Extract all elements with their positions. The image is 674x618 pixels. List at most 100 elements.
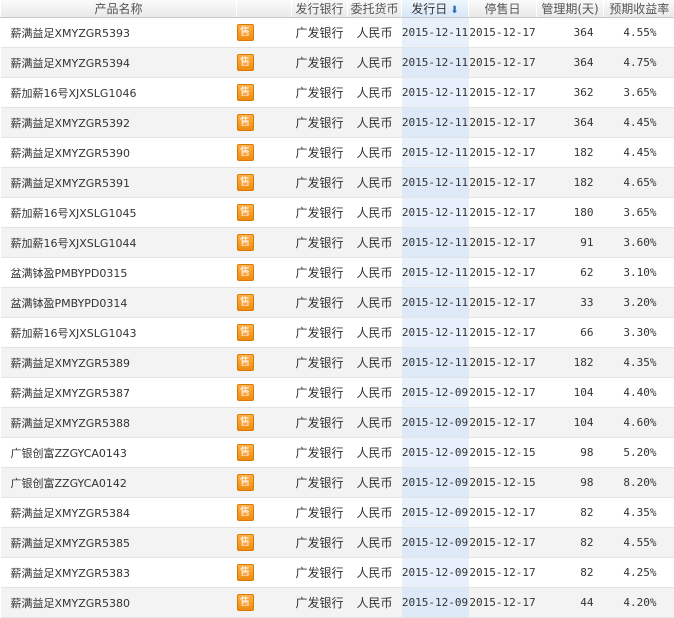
header-yield[interactable]: 预期收益率: [604, 0, 674, 18]
product-name-link[interactable]: 薪加薪16号XJXSLG1045: [1, 198, 237, 228]
product-name-link[interactable]: 广银创富ZZGYCA0143: [1, 438, 237, 468]
product-name-link[interactable]: 薪满益足XMYZGR5390: [1, 138, 237, 168]
sale-badge-icon[interactable]: 售: [237, 444, 254, 461]
sale-badge-cell: 售: [237, 168, 292, 198]
table-row[interactable]: 薪满益足XMYZGR5384售广发银行人民币2015-12-092015-12-…: [1, 498, 674, 528]
bank-cell: 广发银行: [292, 348, 348, 378]
product-name-link[interactable]: 薪加薪16号XJXSLG1044: [1, 228, 237, 258]
sale-badge-icon[interactable]: 售: [237, 564, 254, 581]
sale-badge-icon[interactable]: 售: [237, 504, 254, 521]
product-name-link[interactable]: 薪满益足XMYZGR5388: [1, 408, 237, 438]
stop-date-cell: 2015-12-15: [469, 438, 537, 468]
yield-cell: 3.30%: [604, 318, 674, 348]
sale-badge-icon[interactable]: 售: [237, 174, 254, 191]
sale-badge-cell: 售: [237, 138, 292, 168]
sale-badge-icon[interactable]: 售: [237, 234, 254, 251]
yield-cell: 4.25%: [604, 558, 674, 588]
yield-cell: 4.20%: [604, 588, 674, 618]
period-cell: 182: [537, 168, 604, 198]
header-product-name[interactable]: 产品名称: [1, 0, 237, 18]
yield-cell: 4.55%: [604, 18, 674, 48]
product-name-link[interactable]: 盆满钵盈PMBYPD0315: [1, 258, 237, 288]
header-currency[interactable]: 委托货币: [348, 0, 402, 18]
product-name-link[interactable]: 广银创富ZZGYCA0142: [1, 468, 237, 498]
table-row[interactable]: 薪满益足XMYZGR5394售广发银行人民币2015-12-112015-12-…: [1, 48, 674, 78]
sale-badge-icon[interactable]: 售: [237, 54, 254, 71]
table-row[interactable]: 薪加薪16号XJXSLG1045售广发银行人民币2015-12-112015-1…: [1, 198, 674, 228]
header-stop-date[interactable]: 停售日: [469, 0, 537, 18]
sale-badge-icon[interactable]: 售: [237, 114, 254, 131]
table-row[interactable]: 薪满益足XMYZGR5388售广发银行人民币2015-12-092015-12-…: [1, 408, 674, 438]
yield-cell: 3.65%: [604, 78, 674, 108]
table-row[interactable]: 薪满益足XMYZGR5383售广发银行人民币2015-12-092015-12-…: [1, 558, 674, 588]
table-row[interactable]: 盆满钵盈PMBYPD0315售广发银行人民币2015-12-112015-12-…: [1, 258, 674, 288]
product-name-link[interactable]: 薪满益足XMYZGR5385: [1, 528, 237, 558]
product-table: 产品名称 发行银行 委托货币 发行日⬇ 停售日 管理期(天) 预期收益率 薪满益…: [0, 0, 674, 618]
product-name-link[interactable]: 薪加薪16号XJXSLG1046: [1, 78, 237, 108]
product-name-link[interactable]: 薪满益足XMYZGR5393: [1, 18, 237, 48]
header-bank[interactable]: 发行银行: [292, 0, 348, 18]
yield-cell: 3.60%: [604, 228, 674, 258]
product-name-link[interactable]: 薪满益足XMYZGR5383: [1, 558, 237, 588]
stop-date-cell: 2015-12-17: [469, 108, 537, 138]
table-row[interactable]: 薪加薪16号XJXSLG1043售广发银行人民币2015-12-112015-1…: [1, 318, 674, 348]
table-row[interactable]: 盆满钵盈PMBYPD0314售广发银行人民币2015-12-112015-12-…: [1, 288, 674, 318]
product-name-link[interactable]: 薪满益足XMYZGR5391: [1, 168, 237, 198]
table-row[interactable]: 薪满益足XMYZGR5385售广发银行人民币2015-12-092015-12-…: [1, 528, 674, 558]
yield-cell: 4.40%: [604, 378, 674, 408]
table-row[interactable]: 薪满益足XMYZGR5387售广发银行人民币2015-12-092015-12-…: [1, 378, 674, 408]
sale-badge-icon[interactable]: 售: [237, 594, 254, 611]
product-name-link[interactable]: 薪满益足XMYZGR5394: [1, 48, 237, 78]
sale-badge-icon[interactable]: 售: [237, 24, 254, 41]
sale-badge-icon[interactable]: 售: [237, 474, 254, 491]
sale-badge-icon[interactable]: 售: [237, 534, 254, 551]
header-period[interactable]: 管理期(天): [537, 0, 604, 18]
sale-badge-icon[interactable]: 售: [237, 264, 254, 281]
product-name-link[interactable]: 薪加薪16号XJXSLG1043: [1, 318, 237, 348]
product-name-link[interactable]: 薪满益足XMYZGR5380: [1, 588, 237, 618]
stop-date-cell: 2015-12-17: [469, 18, 537, 48]
sale-badge-icon[interactable]: 售: [237, 294, 254, 311]
table-row[interactable]: 薪加薪16号XJXSLG1044售广发银行人民币2015-12-112015-1…: [1, 228, 674, 258]
currency-cell: 人民币: [348, 348, 402, 378]
currency-cell: 人民币: [348, 528, 402, 558]
sale-badge-cell: 售: [237, 438, 292, 468]
product-name-link[interactable]: 薪满益足XMYZGR5384: [1, 498, 237, 528]
table-row[interactable]: 薪加薪16号XJXSLG1046售广发银行人民币2015-12-112015-1…: [1, 78, 674, 108]
issue-date-cell: 2015-12-11: [402, 168, 469, 198]
stop-date-cell: 2015-12-17: [469, 408, 537, 438]
stop-date-cell: 2015-12-17: [469, 288, 537, 318]
product-name-link[interactable]: 薪满益足XMYZGR5387: [1, 378, 237, 408]
table-row[interactable]: 广银创富ZZGYCA0143售广发银行人民币2015-12-092015-12-…: [1, 438, 674, 468]
header-issue-date[interactable]: 发行日⬇: [402, 0, 469, 18]
table-row[interactable]: 广银创富ZZGYCA0142售广发银行人民币2015-12-092015-12-…: [1, 468, 674, 498]
issue-date-cell: 2015-12-09: [402, 378, 469, 408]
sale-badge-icon[interactable]: 售: [237, 84, 254, 101]
table-row[interactable]: 薪满益足XMYZGR5380售广发银行人民币2015-12-092015-12-…: [1, 588, 674, 618]
yield-cell: 4.45%: [604, 108, 674, 138]
issue-date-cell: 2015-12-11: [402, 258, 469, 288]
table-row[interactable]: 薪满益足XMYZGR5389售广发银行人民币2015-12-112015-12-…: [1, 348, 674, 378]
table-row[interactable]: 薪满益足XMYZGR5391售广发银行人民币2015-12-112015-12-…: [1, 168, 674, 198]
bank-cell: 广发银行: [292, 468, 348, 498]
yield-cell: 4.35%: [604, 498, 674, 528]
sale-badge-icon[interactable]: 售: [237, 144, 254, 161]
product-name-link[interactable]: 薪满益足XMYZGR5389: [1, 348, 237, 378]
product-name-link[interactable]: 薪满益足XMYZGR5392: [1, 108, 237, 138]
table-row[interactable]: 薪满益足XMYZGR5393售广发银行人民币2015-12-112015-12-…: [1, 18, 674, 48]
bank-cell: 广发银行: [292, 48, 348, 78]
product-name-link[interactable]: 盆满钵盈PMBYPD0314: [1, 288, 237, 318]
sale-badge-icon[interactable]: 售: [237, 324, 254, 341]
bank-cell: 广发银行: [292, 258, 348, 288]
stop-date-cell: 2015-12-17: [469, 168, 537, 198]
table-row[interactable]: 薪满益足XMYZGR5390售广发银行人民币2015-12-112015-12-…: [1, 138, 674, 168]
sale-badge-icon[interactable]: 售: [237, 354, 254, 371]
sale-badge-icon[interactable]: 售: [237, 414, 254, 431]
issue-date-cell: 2015-12-11: [402, 138, 469, 168]
sale-badge-icon[interactable]: 售: [237, 384, 254, 401]
stop-date-cell: 2015-12-17: [469, 318, 537, 348]
table-row[interactable]: 薪满益足XMYZGR5392售广发银行人民币2015-12-112015-12-…: [1, 108, 674, 138]
period-cell: 66: [537, 318, 604, 348]
sale-badge-icon[interactable]: 售: [237, 204, 254, 221]
yield-cell: 4.75%: [604, 48, 674, 78]
